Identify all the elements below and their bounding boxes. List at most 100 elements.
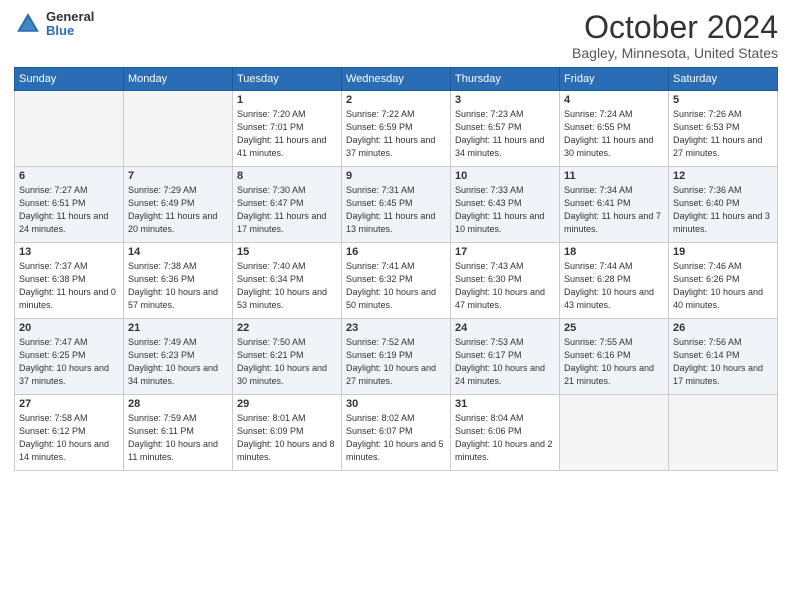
day-number: 28 xyxy=(128,398,228,410)
logo-general-text: General xyxy=(46,10,94,24)
calendar-cell: 13Sunrise: 7:37 AMSunset: 6:38 PMDayligh… xyxy=(15,243,124,319)
calendar-cell: 1 Sunrise: 7:20 AMSunset: 7:01 PMDaylight… xyxy=(233,91,342,167)
day-info: Sunrise: 8:04 AMSunset: 6:06 PMDaylight:… xyxy=(455,412,555,464)
calendar-week-1: 1 Sunrise: 7:20 AMSunset: 7:01 PMDaylight… xyxy=(15,91,778,167)
day-info: Sunrise: 7:56 AMSunset: 6:14 PMDaylight:… xyxy=(673,336,773,388)
day-info: Sunrise: 7:46 AMSunset: 6:26 PMDaylight:… xyxy=(673,260,773,312)
calendar-week-4: 20 Sunrise: 7:47 AMSunset: 6:25 PMDayligh… xyxy=(15,319,778,395)
column-header-sunday: Sunday xyxy=(15,68,124,91)
day-number: 15 xyxy=(237,246,337,258)
day-info: Sunrise: 7:50 AMSunset: 6:21 PMDaylight:… xyxy=(237,336,337,388)
day-info: Sunrise: 7:55 AMSunset: 6:16 PMDaylight:… xyxy=(564,336,664,388)
calendar-week-2: 6 Sunrise: 7:27 AMSunset: 6:51 PMDaylight… xyxy=(15,167,778,243)
calendar-cell xyxy=(669,395,778,471)
logo-blue-text: Blue xyxy=(46,24,94,38)
calendar-cell: 9 Sunrise: 7:31 AMSunset: 6:45 PMDaylight… xyxy=(342,167,451,243)
day-number: 27 xyxy=(19,398,119,410)
day-info: Sunrise: 7:33 AMSunset: 6:43 PMDaylight:… xyxy=(455,184,555,236)
day-number: 31 xyxy=(455,398,555,410)
calendar-cell: 5 Sunrise: 7:26 AMSunset: 6:53 PMDaylight… xyxy=(669,91,778,167)
day-info: Sunrise: 7:59 AMSunset: 6:11 PMDaylight:… xyxy=(128,412,228,464)
day-info: Sunrise: 8:02 AMSunset: 6:07 PMDaylight:… xyxy=(346,412,446,464)
day-info: Sunrise: 7:47 AMSunset: 6:25 PMDaylight:… xyxy=(19,336,119,388)
calendar-cell: 17Sunrise: 7:43 AMSunset: 6:30 PMDayligh… xyxy=(451,243,560,319)
day-info: Sunrise: 7:24 AMSunset: 6:55 PMDaylight:… xyxy=(564,108,664,160)
day-info: Sunrise: 7:36 AMSunset: 6:40 PMDaylight:… xyxy=(673,184,773,236)
calendar-cell: 22 Sunrise: 7:50 AMSunset: 6:21 PMDayligh… xyxy=(233,319,342,395)
calendar-cell: 6 Sunrise: 7:27 AMSunset: 6:51 PMDaylight… xyxy=(15,167,124,243)
calendar-cell: 23 Sunrise: 7:52 AMSunset: 6:19 PMDayligh… xyxy=(342,319,451,395)
day-info: Sunrise: 7:30 AMSunset: 6:47 PMDaylight:… xyxy=(237,184,337,236)
day-number: 10 xyxy=(455,170,555,182)
calendar-cell: 26Sunrise: 7:56 AMSunset: 6:14 PMDayligh… xyxy=(669,319,778,395)
day-info: Sunrise: 7:52 AMSunset: 6:19 PMDaylight:… xyxy=(346,336,446,388)
page: General Blue October 2024 Bagley, Minnes… xyxy=(0,0,792,612)
day-number: 1 xyxy=(237,94,337,106)
calendar-cell: 14 Sunrise: 7:38 AMSunset: 6:36 PMDayligh… xyxy=(124,243,233,319)
day-number: 16 xyxy=(346,246,446,258)
column-header-monday: Monday xyxy=(124,68,233,91)
calendar-cell: 29Sunrise: 8:01 AMSunset: 6:09 PMDayligh… xyxy=(233,395,342,471)
day-number: 22 xyxy=(237,322,337,334)
day-info: Sunrise: 7:29 AMSunset: 6:49 PMDaylight:… xyxy=(128,184,228,236)
day-info: Sunrise: 7:31 AMSunset: 6:45 PMDaylight:… xyxy=(346,184,446,236)
day-number: 14 xyxy=(128,246,228,258)
day-number: 24 xyxy=(455,322,555,334)
calendar-cell: 28 Sunrise: 7:59 AMSunset: 6:11 PMDayligh… xyxy=(124,395,233,471)
day-number: 9 xyxy=(346,170,446,182)
day-info: Sunrise: 7:22 AMSunset: 6:59 PMDaylight:… xyxy=(346,108,446,160)
calendar-cell: 19 Sunrise: 7:46 AMSunset: 6:26 PMDayligh… xyxy=(669,243,778,319)
column-header-thursday: Thursday xyxy=(451,68,560,91)
day-info: Sunrise: 7:27 AMSunset: 6:51 PMDaylight:… xyxy=(19,184,119,236)
calendar-cell: 24 Sunrise: 7:53 AMSunset: 6:17 PMDayligh… xyxy=(451,319,560,395)
logo-text: General Blue xyxy=(46,10,94,39)
logo: General Blue xyxy=(14,10,94,39)
day-number: 25 xyxy=(564,322,664,334)
day-info: Sunrise: 7:26 AMSunset: 6:53 PMDaylight:… xyxy=(673,108,773,160)
day-number: 19 xyxy=(673,246,773,258)
calendar-cell: 15 Sunrise: 7:40 AMSunset: 6:34 PMDayligh… xyxy=(233,243,342,319)
day-number: 6 xyxy=(19,170,119,182)
calendar-week-3: 13Sunrise: 7:37 AMSunset: 6:38 PMDayligh… xyxy=(15,243,778,319)
day-number: 8 xyxy=(237,170,337,182)
day-number: 7 xyxy=(128,170,228,182)
calendar-header-row: SundayMondayTuesdayWednesdayThursdayFrid… xyxy=(15,68,778,91)
calendar-cell: 4Sunrise: 7:24 AMSunset: 6:55 PMDaylight… xyxy=(560,91,669,167)
day-number: 12 xyxy=(673,170,773,182)
day-number: 23 xyxy=(346,322,446,334)
logo-icon xyxy=(14,10,42,38)
day-number: 21 xyxy=(128,322,228,334)
column-header-wednesday: Wednesday xyxy=(342,68,451,91)
calendar-cell: 16 Sunrise: 7:41 AMSunset: 6:32 PMDayligh… xyxy=(342,243,451,319)
day-number: 20 xyxy=(19,322,119,334)
day-info: Sunrise: 7:58 AMSunset: 6:12 PMDaylight:… xyxy=(19,412,119,464)
subtitle: Bagley, Minnesota, United States xyxy=(572,45,778,61)
column-header-saturday: Saturday xyxy=(669,68,778,91)
day-number: 30 xyxy=(346,398,446,410)
calendar-cell: 2 Sunrise: 7:22 AMSunset: 6:59 PMDaylight… xyxy=(342,91,451,167)
day-info: Sunrise: 7:40 AMSunset: 6:34 PMDaylight:… xyxy=(237,260,337,312)
calendar-table: SundayMondayTuesdayWednesdayThursdayFrid… xyxy=(14,67,778,471)
day-number: 2 xyxy=(346,94,446,106)
day-info: Sunrise: 7:41 AMSunset: 6:32 PMDaylight:… xyxy=(346,260,446,312)
calendar-cell xyxy=(124,91,233,167)
day-number: 11 xyxy=(564,170,664,182)
column-header-friday: Friday xyxy=(560,68,669,91)
day-info: Sunrise: 7:49 AMSunset: 6:23 PMDaylight:… xyxy=(128,336,228,388)
day-number: 3 xyxy=(455,94,555,106)
calendar-cell: 8 Sunrise: 7:30 AMSunset: 6:47 PMDaylight… xyxy=(233,167,342,243)
day-info: Sunrise: 7:37 AMSunset: 6:38 PMDaylight:… xyxy=(19,260,119,312)
day-info: Sunrise: 7:20 AMSunset: 7:01 PMDaylight:… xyxy=(237,108,337,160)
calendar-cell: 7 Sunrise: 7:29 AMSunset: 6:49 PMDaylight… xyxy=(124,167,233,243)
day-info: Sunrise: 7:53 AMSunset: 6:17 PMDaylight:… xyxy=(455,336,555,388)
title-block: October 2024 Bagley, Minnesota, United S… xyxy=(572,10,778,61)
day-info: Sunrise: 7:38 AMSunset: 6:36 PMDaylight:… xyxy=(128,260,228,312)
calendar-cell: 10 Sunrise: 7:33 AMSunset: 6:43 PMDayligh… xyxy=(451,167,560,243)
day-number: 18 xyxy=(564,246,664,258)
day-number: 5 xyxy=(673,94,773,106)
calendar-cell: 31 Sunrise: 8:04 AMSunset: 6:06 PMDayligh… xyxy=(451,395,560,471)
calendar-cell: 18Sunrise: 7:44 AMSunset: 6:28 PMDayligh… xyxy=(560,243,669,319)
day-info: Sunrise: 7:23 AMSunset: 6:57 PMDaylight:… xyxy=(455,108,555,160)
calendar-cell: 27 Sunrise: 7:58 AMSunset: 6:12 PMDayligh… xyxy=(15,395,124,471)
calendar-cell: 11Sunrise: 7:34 AMSunset: 6:41 PMDayligh… xyxy=(560,167,669,243)
